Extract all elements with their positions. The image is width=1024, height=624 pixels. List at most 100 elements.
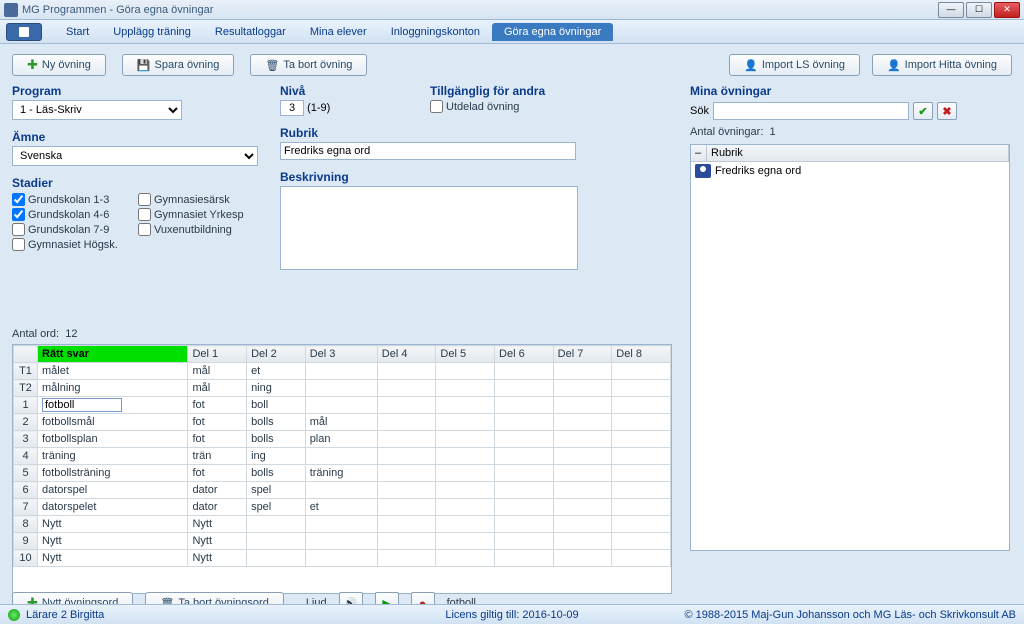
- search-input[interactable]: [713, 102, 909, 120]
- grid-cell[interactable]: [436, 414, 495, 431]
- grid-cell[interactable]: [38, 397, 188, 414]
- grid-cell[interactable]: [553, 380, 612, 397]
- amne-select[interactable]: Svenska: [12, 146, 258, 166]
- grid-header[interactable]: Rätt svar: [38, 346, 188, 363]
- grid-row-number[interactable]: 7: [14, 499, 38, 516]
- stadier-checkbox[interactable]: [138, 208, 151, 221]
- grid-row-number[interactable]: 3: [14, 431, 38, 448]
- grid-cell[interactable]: fot: [188, 465, 247, 482]
- grid-cell[interactable]: [436, 363, 495, 380]
- grid-cell[interactable]: [436, 533, 495, 550]
- grid-cell[interactable]: träning: [38, 448, 188, 465]
- grid-row-number[interactable]: 9: [14, 533, 38, 550]
- grid-cell[interactable]: [612, 516, 671, 533]
- grid-cell[interactable]: [436, 499, 495, 516]
- import-hitta-button[interactable]: Import Hitta övning: [872, 54, 1012, 76]
- grid-cell[interactable]: [612, 550, 671, 567]
- grid-cell[interactable]: [436, 397, 495, 414]
- grid-cell[interactable]: plan: [305, 431, 377, 448]
- grid-header[interactable]: Del 7: [553, 346, 612, 363]
- save-exercise-button[interactable]: Spara övning: [122, 54, 235, 76]
- grid-row-number[interactable]: T1: [14, 363, 38, 380]
- grid-cell[interactable]: fotbollsmål: [38, 414, 188, 431]
- grid-cell[interactable]: [612, 499, 671, 516]
- grid-cell[interactable]: Nytt: [188, 533, 247, 550]
- stadier-checkbox[interactable]: [12, 238, 25, 251]
- grid-cell[interactable]: [495, 448, 554, 465]
- rubrik-input[interactable]: [280, 142, 576, 160]
- grid-cell[interactable]: [377, 380, 436, 397]
- grid-cell[interactable]: [553, 465, 612, 482]
- grid-cell[interactable]: datorspelet: [38, 499, 188, 516]
- grid-header[interactable]: Del 3: [305, 346, 377, 363]
- grid-cell[interactable]: fotbollsplan: [38, 431, 188, 448]
- grid-row-number[interactable]: 5: [14, 465, 38, 482]
- grid-row-number[interactable]: T2: [14, 380, 38, 397]
- grid-cell[interactable]: [436, 550, 495, 567]
- grid-cell[interactable]: [612, 380, 671, 397]
- grid-row-number[interactable]: 4: [14, 448, 38, 465]
- grid-cell[interactable]: [612, 482, 671, 499]
- grid-row-number[interactable]: 8: [14, 516, 38, 533]
- grid-cell[interactable]: [553, 448, 612, 465]
- grid-cell[interactable]: Nytt: [188, 516, 247, 533]
- close-button[interactable]: ✕: [994, 2, 1020, 18]
- grid-cell[interactable]: datorspel: [38, 482, 188, 499]
- tab-mina-elever[interactable]: Mina elever: [298, 23, 379, 41]
- stadier-checkbox[interactable]: [12, 208, 25, 221]
- tab-start[interactable]: Start: [54, 23, 101, 41]
- tab-resultatloggar[interactable]: Resultatloggar: [203, 23, 298, 41]
- grid-cell[interactable]: [377, 431, 436, 448]
- grid-cell[interactable]: [553, 363, 612, 380]
- grid-cell[interactable]: Nytt: [38, 550, 188, 567]
- grid-cell[interactable]: [553, 414, 612, 431]
- grid-cell[interactable]: [305, 516, 377, 533]
- grid-cell[interactable]: [495, 397, 554, 414]
- grid-cell[interactable]: [377, 414, 436, 431]
- app-menu-button[interactable]: [6, 23, 42, 41]
- grid-cell[interactable]: [305, 397, 377, 414]
- grid-cell[interactable]: [553, 550, 612, 567]
- grid-cell[interactable]: [553, 431, 612, 448]
- grid-cell[interactable]: [495, 363, 554, 380]
- grid-cell[interactable]: [495, 465, 554, 482]
- grid-cell[interactable]: [495, 482, 554, 499]
- search-ok-button[interactable]: [913, 102, 933, 120]
- grid-cell[interactable]: målning: [38, 380, 188, 397]
- grid-cell[interactable]: [612, 363, 671, 380]
- grid-cell[interactable]: [247, 550, 306, 567]
- grid-cell[interactable]: fot: [188, 414, 247, 431]
- exercise-list[interactable]: –Rubrik Fredriks egna ord: [690, 144, 1010, 551]
- grid-cell[interactable]: målet: [38, 363, 188, 380]
- grid-cell[interactable]: [553, 397, 612, 414]
- grid-cell[interactable]: [305, 363, 377, 380]
- grid-cell[interactable]: [612, 465, 671, 482]
- grid-header[interactable]: Del 2: [247, 346, 306, 363]
- grid-row-number[interactable]: 1: [14, 397, 38, 414]
- grid-cell[interactable]: [495, 499, 554, 516]
- import-ls-button[interactable]: Import LS övning: [729, 54, 860, 76]
- grid-cell[interactable]: [495, 414, 554, 431]
- grid-cell[interactable]: ning: [247, 380, 306, 397]
- grid-cell[interactable]: [436, 482, 495, 499]
- grid-cell[interactable]: ing: [247, 448, 306, 465]
- beskriv-textarea[interactable]: [280, 186, 578, 270]
- grid-cell[interactable]: [377, 397, 436, 414]
- niva-input[interactable]: [280, 100, 304, 116]
- grid-header[interactable]: Del 4: [377, 346, 436, 363]
- maximize-button[interactable]: ☐: [966, 2, 992, 18]
- grid-cell[interactable]: boll: [247, 397, 306, 414]
- grid-cell[interactable]: [495, 533, 554, 550]
- search-clear-button[interactable]: [937, 102, 957, 120]
- stadier-checkbox[interactable]: [12, 223, 25, 236]
- grid-cell[interactable]: [495, 516, 554, 533]
- grid-header[interactable]: Del 8: [612, 346, 671, 363]
- grid-cell[interactable]: [377, 499, 436, 516]
- grid-cell[interactable]: [495, 380, 554, 397]
- grid-cell[interactable]: mål: [188, 363, 247, 380]
- grid-cell[interactable]: [377, 465, 436, 482]
- grid-cell[interactable]: fotbollsträning: [38, 465, 188, 482]
- grid-cell[interactable]: [495, 431, 554, 448]
- grid-cell[interactable]: [377, 533, 436, 550]
- grid-cell[interactable]: spel: [247, 482, 306, 499]
